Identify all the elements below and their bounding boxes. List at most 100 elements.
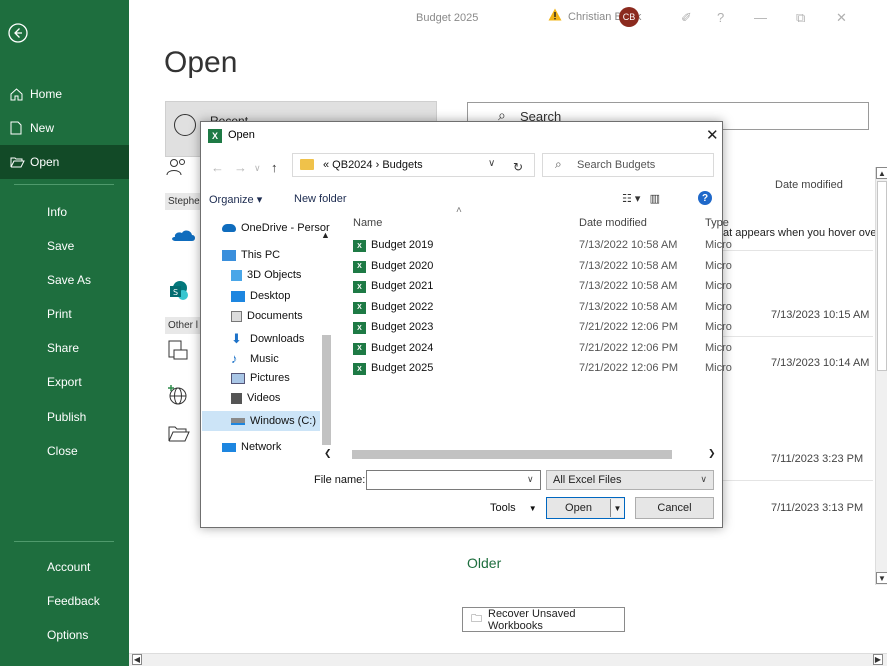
- sidebar-item-open[interactable]: Open: [0, 145, 129, 179]
- file-name-dropdown-icon[interactable]: ∨: [527, 474, 534, 485]
- tools-menu[interactable]: Tools ▼: [490, 502, 537, 514]
- file-row[interactable]: X Budget 2022 7/13/2022 10:58 AM Micro: [353, 301, 732, 317]
- warning-icon[interactable]: [548, 8, 562, 24]
- backstage-horizontal-scrollbar[interactable]: ◀ ▶: [129, 653, 887, 666]
- scroll-thumb[interactable]: [322, 335, 331, 445]
- file-row[interactable]: X Budget 2020 7/13/2022 10:58 AM Micro: [353, 260, 732, 276]
- sidebar-item-label: New: [30, 121, 55, 135]
- browse-folder-icon[interactable]: [168, 426, 190, 445]
- help-question-icon[interactable]: ?: [717, 10, 724, 25]
- open-button[interactable]: Open ▼: [546, 497, 625, 519]
- scroll-left-icon[interactable]: ◀: [132, 654, 142, 665]
- sidebar-item-new[interactable]: New: [0, 111, 129, 145]
- address-bar[interactable]: « QB2024 › Budgets ∨: [292, 153, 535, 177]
- sidebar-item-publish[interactable]: Publish: [0, 400, 129, 434]
- open-split-dropdown-icon[interactable]: ▼: [610, 499, 624, 517]
- nav-item-3d-objects[interactable]: 3D Objects: [231, 269, 301, 281]
- this-pc-icon[interactable]: [168, 340, 188, 365]
- sidebar-item-feedback[interactable]: Feedback: [0, 584, 129, 618]
- close-icon[interactable]: ✕: [706, 126, 719, 144]
- nav-item-videos[interactable]: Videos: [231, 392, 280, 404]
- clock-icon: [174, 114, 196, 136]
- nav-item-desktop[interactable]: Desktop: [231, 290, 290, 302]
- pen-icon[interactable]: ✐: [681, 10, 692, 26]
- nav-item-onedrive[interactable]: OneDrive - Persor: [222, 222, 330, 234]
- scroll-up-icon[interactable]: ▲: [876, 167, 887, 179]
- help-icon[interactable]: ?: [698, 191, 712, 205]
- avatar[interactable]: CB: [619, 7, 639, 27]
- scroll-left-icon[interactable]: ❮: [324, 448, 332, 459]
- sidebar-item-save[interactable]: Save: [0, 229, 129, 263]
- address-path[interactable]: « QB2024 › Budgets: [323, 159, 423, 171]
- nav-item-network[interactable]: Network: [222, 441, 281, 453]
- onedrive-cloud-icon[interactable]: [170, 226, 196, 245]
- add-place-globe-icon[interactable]: [168, 384, 188, 409]
- tools-label: Tools: [490, 502, 516, 514]
- sidebar-item-options[interactable]: Options: [0, 618, 129, 652]
- search-budgets-input[interactable]: ⌕ Search Budgets: [542, 153, 714, 177]
- file-name: Budget 2025: [371, 362, 434, 374]
- file-name-input[interactable]: [367, 471, 517, 489]
- new-folder-button[interactable]: New folder: [294, 193, 347, 205]
- scroll-down-icon[interactable]: ▼: [876, 572, 887, 584]
- sidebar-item-account[interactable]: Account: [0, 550, 129, 584]
- file-row[interactable]: X Budget 2025 7/21/2022 12:06 PM Micro: [353, 362, 732, 378]
- close-window-icon[interactable]: ✕: [836, 10, 847, 26]
- sidebar-item-label: Save: [47, 239, 75, 253]
- nav-item-documents[interactable]: Documents: [231, 310, 303, 322]
- nav-item-this-pc[interactable]: This PC: [222, 249, 280, 261]
- excel-file-icon: X: [353, 240, 366, 252]
- sharepoint-icon[interactable]: S: [168, 280, 190, 305]
- refresh-icon[interactable]: ↻: [513, 160, 523, 174]
- nav-item-music[interactable]: ♪ Music: [231, 351, 279, 366]
- shared-people-icon[interactable]: [166, 158, 188, 179]
- minimize-icon[interactable]: —: [754, 10, 767, 25]
- scroll-up-icon[interactable]: ▲: [321, 230, 330, 240]
- sidebar-item-home[interactable]: Home: [0, 77, 129, 111]
- nav-item-label: Videos: [247, 392, 281, 404]
- address-dropdown-icon[interactable]: ∨: [488, 158, 495, 169]
- scroll-right-icon[interactable]: ▶: [873, 654, 883, 665]
- cancel-button[interactable]: Cancel: [635, 497, 714, 519]
- restore-icon[interactable]: ⧉: [796, 10, 805, 26]
- nav-item-label: Music: [250, 352, 279, 365]
- file-type: Micro: [705, 300, 732, 313]
- file-row[interactable]: X Budget 2021 7/13/2022 10:58 AM Micro: [353, 280, 732, 296]
- view-options-icon[interactable]: ☷ ▾ ▥: [622, 192, 660, 205]
- nav-item-downloads[interactable]: ⬇ Downloads: [231, 331, 304, 347]
- nav-item-label: Desktop: [250, 290, 291, 302]
- sidebar-item-save-as[interactable]: Save As: [0, 263, 129, 297]
- scroll-thumb[interactable]: [877, 181, 887, 371]
- nav-pane-scrollbar[interactable]: ▲: [320, 230, 333, 465]
- file-name-field[interactable]: [366, 470, 541, 490]
- date-modified-header[interactable]: Date modified: [775, 179, 843, 191]
- nav-item-windows-c[interactable]: Windows (C:): [202, 411, 320, 431]
- file-list-horizontal-scrollbar[interactable]: ❮ ❯: [322, 448, 720, 461]
- sidebar-item-info[interactable]: Info: [0, 195, 129, 229]
- column-header-type[interactable]: Type: [705, 217, 729, 229]
- up-folder-icon[interactable]: ↑: [271, 160, 278, 175]
- column-header-date[interactable]: Date modified: [579, 217, 647, 229]
- file-row[interactable]: X Budget 2023 7/21/2022 12:06 PM Micro: [353, 321, 732, 337]
- sidebar-item-label: Home: [30, 87, 63, 101]
- older-group-header[interactable]: Older: [467, 555, 501, 571]
- column-header-name[interactable]: Name: [353, 217, 382, 229]
- back-arrow-icon[interactable]: [7, 22, 29, 44]
- backstage-vertical-scrollbar[interactable]: ▲ ▼: [875, 167, 887, 585]
- sidebar-item-close[interactable]: Close: [0, 434, 129, 468]
- file-type-filter[interactable]: All Excel Files ∨: [546, 470, 714, 490]
- file-row[interactable]: X Budget 2019 7/13/2022 10:58 AM Micro: [353, 239, 732, 255]
- back-nav-icon[interactable]: ←: [211, 160, 224, 175]
- recent-locations-chevron-icon[interactable]: ∨: [254, 163, 261, 174]
- nav-item-pictures[interactable]: Pictures: [231, 372, 290, 384]
- scroll-right-icon[interactable]: ❯: [708, 448, 716, 459]
- forward-nav-icon[interactable]: →: [234, 160, 247, 175]
- organize-menu[interactable]: Organize ▾: [209, 193, 262, 206]
- sidebar-item-export[interactable]: Export: [0, 365, 129, 399]
- file-row[interactable]: X Budget 2024 7/21/2022 12:06 PM Micro: [353, 342, 732, 358]
- scroll-thumb[interactable]: [352, 450, 672, 459]
- sidebar-item-share[interactable]: Share: [0, 331, 129, 365]
- sidebar-item-print[interactable]: Print: [0, 297, 129, 331]
- recover-unsaved-button[interactable]: 🗀 Recover Unsaved Workbooks: [462, 607, 625, 632]
- chevron-down-icon: ∨: [700, 474, 707, 484]
